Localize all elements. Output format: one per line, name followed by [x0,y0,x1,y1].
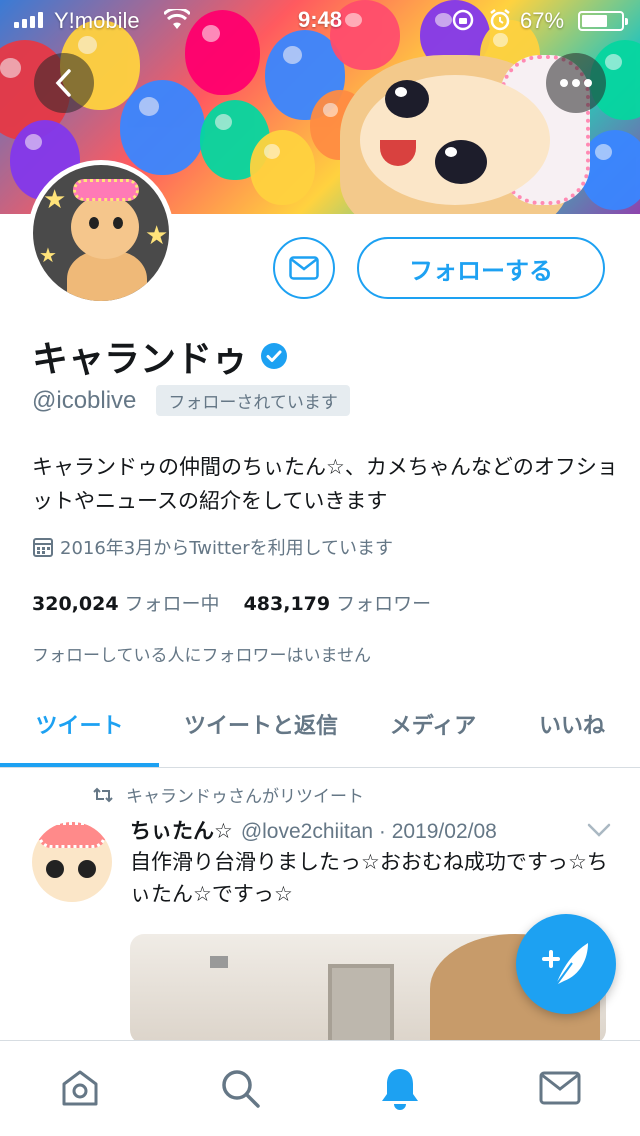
nav-search[interactable] [217,1065,263,1111]
back-button[interactable] [34,53,94,113]
avatar-mascot-body [67,251,147,301]
alarm-icon [490,9,510,31]
following-count[interactable]: 320,024 [32,593,119,615]
followers-label[interactable]: フォロワー [336,589,431,616]
orientation-lock-icon [452,9,474,31]
tab-tweets-and-replies[interactable]: ツイートと返信 [166,680,356,768]
profile-bio: キャランドゥの仲間のちぃたん☆、カメちゃんなどのオフショットやニュースの紹介をし… [32,455,618,513]
tweet-author-name[interactable]: ちぃたん☆ [130,815,233,845]
tweet-avatar-eye [78,860,96,878]
more-options-button[interactable] [546,53,606,113]
status-bar: Y!mobile 9:48 67% [0,0,640,40]
verified-badge-icon [261,343,288,369]
avatar-mascot-eye [89,217,99,229]
display-name: キャランドゥ [32,339,249,380]
profile-avatar[interactable]: ★ ★ ★ [28,160,174,306]
more-horizontal-icon [560,79,592,87]
retweet-context: キャランドゥさんがリツイート [92,782,364,807]
tweet-header: ちぃたん☆ @love2chiitan · 2019/02/08 [130,815,497,845]
bell-icon [382,1069,418,1110]
joined-date-row: 2016年3月からTwitterを利用しています [32,534,393,560]
mail-icon [539,1071,581,1105]
tab-tweets[interactable]: ツイート [0,680,159,768]
profile-tabs: ツイート ツイートと返信 メディア いいね [0,680,640,768]
retweet-context-label: キャランドゥさんがリツイート [126,787,364,807]
battery-icon [578,11,628,31]
bottom-navigation [0,1040,640,1136]
chevron-left-icon [55,69,71,97]
avatar-mascot-crown [73,179,139,201]
joined-date: 2016年3月からTwitterを利用しています [60,538,394,559]
follow-button[interactable]: フォローする [357,237,605,299]
followers-you-know: フォローしている人にフォロワーはいません [32,646,371,666]
retweet-icon [93,787,113,802]
star-icon: ★ [39,243,57,267]
banner-balloon [120,80,205,175]
profile-handle: @icoblive [32,386,137,414]
tweet-avatar-ruff [38,822,106,848]
direct-message-button[interactable] [273,237,335,299]
avatar-mascot-face [71,195,139,259]
nav-home[interactable] [57,1065,103,1111]
banner-balloon [250,130,315,205]
active-tab-indicator [0,763,159,767]
tweet-text: 自作滑り台滑りましたっ☆おおむね成功ですっ☆ちぃたん☆ですっ☆ [130,850,608,906]
calendar-icon [33,538,53,557]
envelope-icon [289,256,319,280]
battery-percent: 67% [520,8,565,33]
star-icon: ★ [145,221,169,251]
follow-stats: 320,024 フォロー中 483,179 フォロワー [32,589,449,616]
nav-notifications[interactable] [377,1065,423,1111]
nav-messages[interactable] [537,1065,583,1111]
following-label[interactable]: フォロー中 [125,589,220,616]
banner-mascot-eye [385,80,429,118]
media-window [328,964,394,1044]
follows-you-badge: フォローされています [156,385,350,416]
display-name-row: キャランドゥ [32,330,288,382]
media-vent [210,956,228,968]
compose-feather-icon [542,943,588,986]
banner-mascot-eye [435,140,487,184]
followers-count[interactable]: 483,179 [244,593,331,615]
home-icon [62,1070,98,1106]
search-icon [222,1070,260,1108]
tweet-author-handle-date[interactable]: @love2chiitan · 2019/02/08 [241,820,497,844]
avatar-mascot-eye [113,217,123,229]
tab-media[interactable]: メディア [370,680,496,768]
chevron-down-icon[interactable] [586,820,612,840]
compose-tweet-button[interactable] [516,914,616,1014]
star-icon: ★ [43,185,67,215]
tweet-author-avatar[interactable] [32,822,112,902]
tweet-avatar-eye [46,860,64,878]
handle-row: @icoblive フォローされています [32,385,350,416]
tab-likes[interactable]: いいね [516,680,628,768]
